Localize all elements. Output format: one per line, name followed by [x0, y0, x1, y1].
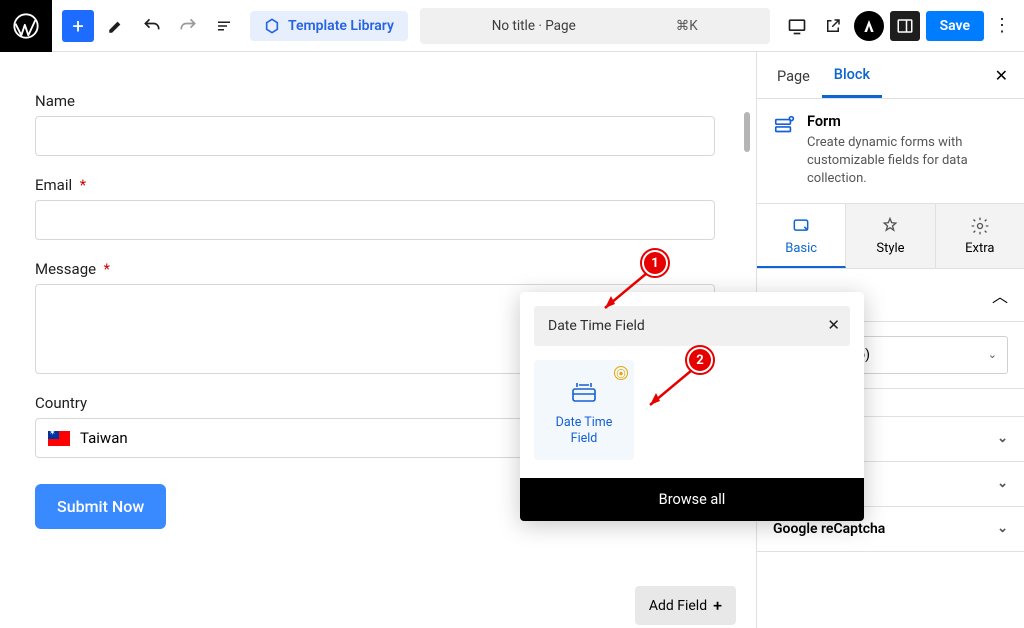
block-description: Create dynamic forms with customizable f…	[807, 134, 1008, 189]
inserter-search-input[interactable]	[534, 306, 850, 346]
country-value: Taiwan	[80, 429, 128, 447]
clear-search-icon[interactable]: ✕	[827, 316, 840, 334]
list-view-icon[interactable]	[210, 12, 238, 40]
view-desktop-icon[interactable]	[782, 11, 812, 41]
tab-page[interactable]: Page	[765, 54, 822, 97]
annotation-arrow-1	[595, 268, 655, 322]
undo-icon[interactable]	[138, 12, 166, 40]
submit-button[interactable]: Submit Now	[35, 484, 166, 529]
block-tile-label: Date TimeField	[556, 415, 613, 446]
chevron-down-icon: ⌄	[997, 431, 1008, 446]
form-block-icon	[773, 115, 795, 189]
annotation-marker-2: 2	[687, 347, 713, 373]
plus-icon: +	[713, 596, 722, 615]
external-link-icon[interactable]	[818, 11, 848, 41]
chevron-down-icon: ⌄	[988, 348, 997, 361]
more-options-icon[interactable]: ⋮	[990, 15, 1014, 36]
date-time-field-icon	[571, 381, 597, 407]
pro-badge-icon: ⦿	[614, 366, 628, 380]
chevron-down-icon: ⌄	[997, 521, 1008, 536]
document-title-bar[interactable]: No title · Page ⌘K	[420, 8, 770, 44]
wordpress-logo[interactable]	[0, 0, 52, 52]
chevron-up-icon: ︿	[992, 283, 1008, 307]
field-label-name: Name	[35, 92, 715, 110]
browse-all-button[interactable]: Browse all	[520, 478, 864, 521]
save-button[interactable]: Save	[926, 11, 984, 41]
basic-icon	[791, 216, 811, 236]
edit-icon[interactable]	[102, 12, 130, 40]
template-icon	[264, 18, 280, 34]
document-title-text: No title · Page	[492, 18, 576, 34]
template-library-button[interactable]: Template Library	[250, 11, 408, 41]
sidebar-toggle-icon[interactable]	[890, 11, 920, 41]
extra-icon	[970, 216, 990, 236]
block-tile-date-time-field[interactable]: ⦿ Date TimeField	[534, 360, 634, 460]
add-field-button[interactable]: Add Field +	[635, 586, 736, 625]
scrollbar-thumb[interactable]	[744, 112, 750, 152]
mode-tab-extra[interactable]: Extra	[936, 204, 1024, 268]
field-label-email: Email *	[35, 176, 715, 194]
annotation-marker-1: 1	[642, 250, 668, 276]
add-block-button[interactable]: +	[62, 10, 94, 42]
sidebar-close-icon[interactable]: ✕	[987, 58, 1016, 93]
command-shortcut: ⌘K	[676, 18, 698, 34]
tab-block[interactable]: Block	[822, 52, 882, 98]
mode-tab-basic[interactable]: Basic	[757, 204, 846, 268]
style-icon	[880, 216, 900, 236]
add-field-label: Add Field	[649, 598, 707, 614]
astra-icon[interactable]	[854, 11, 884, 41]
chevron-down-icon: ⌄	[997, 476, 1008, 491]
mode-tab-style[interactable]: Style	[846, 204, 935, 268]
block-name: Form	[807, 113, 1008, 130]
redo-icon[interactable]	[174, 12, 202, 40]
flag-taiwan-icon	[48, 431, 70, 446]
email-input[interactable]	[35, 200, 715, 240]
name-input[interactable]	[35, 116, 715, 156]
template-library-label: Template Library	[288, 18, 394, 34]
annotation-arrow-2	[640, 365, 700, 419]
